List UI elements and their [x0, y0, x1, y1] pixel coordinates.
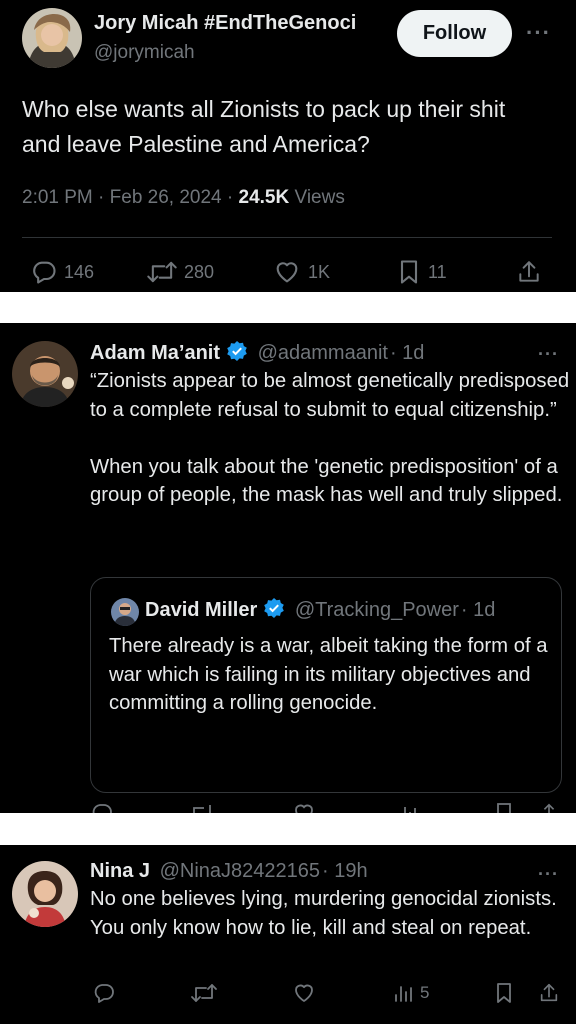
views-count: 24.5K — [238, 187, 290, 208]
reply-text: “Zionists appear to be almost geneticall… — [90, 370, 570, 506]
retweet-icon[interactable] — [188, 801, 216, 813]
handle[interactable]: @NinaJ82422165 — [160, 860, 320, 882]
retweet-icon — [191, 984, 217, 1002]
reply-header: Nina J @NinaJ82422165 · 19h — [90, 860, 368, 883]
bookmark-icon[interactable] — [494, 801, 514, 813]
retweet-icon — [147, 261, 177, 283]
handle[interactable]: @jorymicah — [94, 42, 195, 64]
retweet-button[interactable]: 280 — [146, 258, 214, 286]
reply-tweet-adam: Adam Ma’anit @adammaanit · 1d ··· “Zionis… — [0, 323, 576, 813]
views-button[interactable]: 5 — [392, 981, 429, 1005]
views-label: Views — [289, 187, 345, 208]
cropped-action-row — [0, 801, 576, 813]
views-icon[interactable] — [396, 801, 418, 813]
views-count: 5 — [420, 983, 430, 1002]
reply-icon — [33, 261, 56, 284]
reply-icon[interactable] — [90, 801, 114, 813]
avatar-nina[interactable] — [12, 861, 78, 927]
reply-icon — [94, 984, 114, 1003]
like-icon — [276, 262, 298, 283]
share-button[interactable] — [538, 981, 560, 1005]
views-icon — [395, 986, 412, 1002]
tweet-meta: 2:01 PM · Feb 26, 2024 · 24.5K Views — [22, 187, 345, 209]
reply-button[interactable] — [92, 981, 116, 1005]
display-name[interactable]: Jory Micah #EndTheGenoci — [94, 12, 356, 35]
share-icon[interactable] — [538, 801, 560, 813]
bookmark-button[interactable] — [494, 981, 514, 1005]
quoted-header: David Miller @Tracking_Power · 1d — [145, 597, 495, 622]
display-name[interactable]: Nina J — [90, 860, 150, 882]
bookmark-icon — [497, 983, 511, 1003]
more-icon[interactable]: ··· — [538, 345, 559, 363]
avatar-adam[interactable] — [12, 341, 78, 407]
divider — [22, 237, 552, 238]
quoted-time: · 1d — [460, 599, 496, 621]
reply-tweet-nina: Nina J @NinaJ82422165 · 19h ··· No one be… — [0, 845, 576, 1024]
bookmark-button[interactable]: 11 — [396, 258, 447, 286]
bookmark-count: 11 — [428, 261, 447, 282]
display-name[interactable]: Adam Ma’anit — [90, 342, 220, 364]
avatar-david — [111, 598, 139, 626]
share-icon — [519, 261, 539, 282]
like-button[interactable] — [292, 981, 316, 1005]
handle[interactable]: @adammaanit — [258, 342, 388, 364]
quoted-handle: @Tracking_Power — [294, 599, 459, 621]
retweet-count: 280 — [184, 261, 215, 282]
bookmark-icon — [400, 260, 418, 284]
reply-time[interactable]: · 19h — [322, 860, 368, 882]
reply-count: 146 — [64, 261, 95, 282]
like-button[interactable]: 1K — [272, 258, 330, 286]
verified-icon — [226, 340, 248, 362]
quoted-tweet[interactable]: David Miller @Tracking_Power · 1d There a… — [90, 577, 562, 793]
avatar-jory[interactable] — [22, 8, 82, 68]
reply-header: Adam Ma’anit @adammaanit · 1d — [90, 340, 424, 365]
like-icon — [295, 984, 313, 1002]
reply-button[interactable]: 146 — [30, 258, 94, 286]
follow-button[interactable]: Follow — [397, 10, 512, 57]
quoted-text: There already is a war, albeit taking th… — [109, 635, 548, 714]
retweet-button[interactable] — [190, 981, 218, 1005]
reply-text: No one believes lying, murdering genocid… — [90, 888, 557, 939]
more-icon[interactable]: ··· — [526, 22, 551, 44]
verified-icon — [263, 597, 285, 619]
tweet-text: Who else wants all Zionists to pack up t… — [22, 96, 506, 157]
reply-time[interactable]: · 1d — [390, 342, 424, 364]
like-icon[interactable] — [292, 801, 316, 813]
timestamp[interactable]: 2:01 PM · Feb 26, 2024 · — [22, 187, 239, 208]
share-button[interactable] — [516, 258, 542, 286]
quoted-display-name: David Miller — [145, 599, 258, 621]
share-icon — [540, 983, 558, 1002]
like-count: 1K — [308, 261, 331, 282]
main-tweet: Jory Micah #EndTheGenoci @jorymicah Foll… — [0, 0, 576, 292]
more-icon[interactable]: ··· — [538, 865, 559, 883]
